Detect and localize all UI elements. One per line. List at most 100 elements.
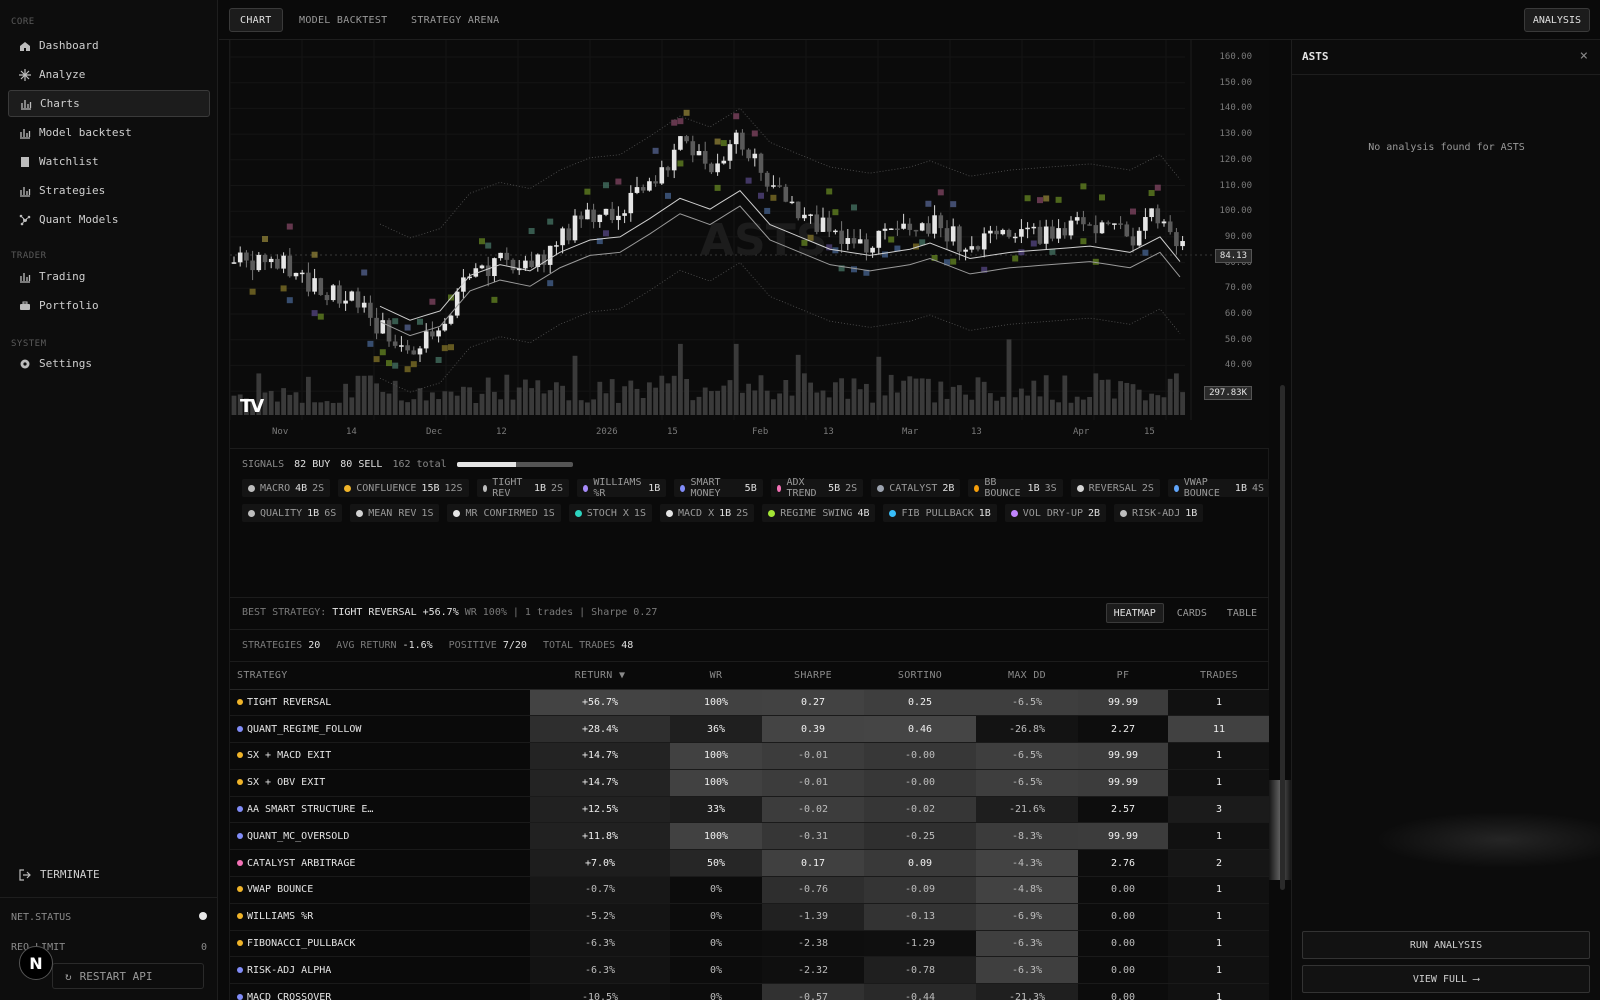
- column-header-trades[interactable]: TRADES: [1168, 662, 1270, 690]
- table-row[interactable]: SX + OBV EXIT +14.7% 100% -0.01 -0.00 -6.5% 99…: [230, 769, 1270, 797]
- close-icon[interactable]: ×: [1580, 48, 1588, 64]
- cell-wr: 100%: [670, 769, 762, 797]
- strategy-name: MACD CROSSOVER: [247, 991, 332, 1000]
- section-label-system: SYSTEM: [11, 339, 47, 349]
- column-header-strategy[interactable]: STRATEGY: [230, 662, 530, 690]
- tab-chart[interactable]: CHART: [229, 8, 283, 32]
- bollinger-band-lower: [379, 262, 1181, 393]
- signal-chip-quality[interactable]: QUALITY 1B 6S: [242, 504, 343, 522]
- cell-wr: 100%: [670, 742, 762, 770]
- logout-icon: [19, 868, 31, 881]
- table-row[interactable]: CATALYST ARBITRAGE +7.0% 50% 0.17 0.09 -4.3% 2…: [230, 849, 1270, 878]
- signal-chip-williams-r[interactable]: WILLIAMS %R 1B: [577, 477, 667, 499]
- signal-color-dot: [1010, 509, 1018, 517]
- view-full-button[interactable]: VIEW FULL ⟶: [1302, 965, 1590, 993]
- sidebar-item-strategies[interactable]: Strategies: [8, 177, 210, 204]
- cell-trades: 3: [1168, 796, 1270, 824]
- sidebar-item-watchlist[interactable]: Watchlist: [8, 148, 210, 175]
- signal-chip-macd-x[interactable]: MACD X 1B 2S: [659, 504, 755, 522]
- empty-state-message: No analysis found for ASTS: [1368, 142, 1525, 153]
- signal-chip-stoch-x[interactable]: STOCH X 1S: [568, 504, 652, 522]
- signal-chip-vol-dry-up[interactable]: VOL DRY-UP 2B: [1004, 504, 1107, 522]
- analysis-button[interactable]: ANALYSIS: [1523, 8, 1590, 32]
- cell-maxdd: -6.5%: [976, 689, 1078, 717]
- cell-pf: 0.00: [1078, 930, 1168, 958]
- cell-sortino: 0.25: [864, 689, 976, 717]
- signal-chip-adx-trend[interactable]: ADX TREND 5B 2S: [770, 477, 864, 499]
- signal-chip-reversal[interactable]: REVERSAL 2S: [1070, 479, 1160, 497]
- view-heatmap-button[interactable]: HEATMAP: [1105, 603, 1164, 623]
- terminate-button[interactable]: TERMINATE: [19, 868, 100, 881]
- sidebar-item-trading[interactable]: Trading: [8, 263, 210, 290]
- signal-chip-vwap-bounce[interactable]: VWAP BOUNCE 1B 4S: [1167, 477, 1271, 499]
- strategy-name-cell: FIBONACCI_PULLBACK: [230, 930, 530, 958]
- signal-color-dot: [776, 484, 782, 492]
- signal-chip-confluence[interactable]: CONFLUENCE 15B 12S: [338, 479, 469, 497]
- price-chart[interactable]: ASTS 160.00 150.00 140.00 130.00 120.00 110.0…: [230, 40, 1270, 448]
- restart-api-label: RESTART API: [79, 969, 153, 983]
- restart-api-button[interactable]: ↻ RESTART API: [52, 963, 204, 989]
- candlestick-chart[interactable]: ASTS: [230, 40, 1270, 448]
- divider: [1292, 74, 1600, 75]
- cell-trades: 1: [1168, 930, 1270, 958]
- run-analysis-button[interactable]: RUN ANALYSIS: [1302, 931, 1590, 959]
- stat-positive: POSITIVE 7/20: [448, 640, 527, 651]
- signal-chip-catalyst[interactable]: CATALYST 2B: [871, 479, 961, 497]
- best-strategy-return: +56.7%: [422, 607, 459, 618]
- signal-chip-bb-bounce[interactable]: BB BOUNCE 1B 3S: [968, 477, 1063, 499]
- strategy-name-cell: SX + MACD EXIT: [230, 742, 530, 770]
- sidebar-item-analyze[interactable]: Analyze: [8, 61, 210, 88]
- table-row[interactable]: SX + MACD EXIT +14.7% 100% -0.01 -0.00 -6.5% 9…: [230, 742, 1270, 770]
- view-table-button[interactable]: TABLE: [1220, 603, 1264, 623]
- app-logo[interactable]: N: [19, 946, 53, 980]
- table-row[interactable]: MACD CROSSOVER -10.5% 0% -0.57 -0.44 -21.3% 0.…: [230, 983, 1270, 1000]
- cell-sharpe: 0.39: [762, 715, 864, 744]
- signal-chip-regime-swing[interactable]: REGIME SWING 4B: [762, 504, 876, 522]
- table-row[interactable]: AA SMART STRUCTURE E… +12.5% 33% -0.02 -0.02…: [230, 796, 1270, 824]
- sidebar-item-label: Strategies: [39, 184, 106, 197]
- column-header-pf[interactable]: PF: [1078, 662, 1168, 690]
- column-header-max-dd[interactable]: MAX DD: [976, 662, 1078, 690]
- signal-chip-fib-pullback[interactable]: FIB PULLBACK 1B: [883, 504, 997, 522]
- column-header-sharpe[interactable]: SHARPE: [762, 662, 864, 690]
- column-header-wr[interactable]: WR: [670, 662, 762, 690]
- cell-sharpe: -1.39: [762, 903, 864, 931]
- signal-chip-mean-rev[interactable]: MEAN REV 1S: [350, 504, 440, 522]
- column-header-sortino[interactable]: SORTINO: [864, 662, 976, 690]
- signal-buy-count: 1B: [533, 482, 546, 494]
- cell-pf: 2.57: [1078, 796, 1168, 824]
- sidebar-item-dashboard[interactable]: Dashboard: [8, 32, 210, 59]
- sidebar-item-portfolio[interactable]: Portfolio: [8, 292, 210, 319]
- status-dot: [199, 912, 207, 920]
- sidebar-item-model-backtest[interactable]: Model backtest: [8, 119, 210, 146]
- x-axis-tick: Mar: [902, 427, 919, 437]
- signal-chip-risk-adj[interactable]: RISK-ADJ 1B: [1114, 504, 1204, 522]
- tab-strategy-arena[interactable]: STRATEGY ARENA: [401, 8, 510, 32]
- stat-total-trades: TOTAL TRADES 48: [542, 640, 634, 651]
- sidebar-item-quant-models[interactable]: Quant Models: [8, 206, 210, 233]
- tradingview-logo[interactable]: TV: [240, 396, 264, 417]
- table-row[interactable]: QUANT_REGIME_FOLLOW +28.4% 36% 0.39 0.46 -26.…: [230, 715, 1270, 744]
- table-row[interactable]: FIBONACCI_PULLBACK -6.3% 0% -2.38 -1.29 -6.3%…: [230, 930, 1270, 958]
- cell-trades: 1: [1168, 903, 1270, 931]
- signal-chip-tight-rev[interactable]: TIGHT REV 1B 2S: [476, 477, 570, 499]
- y-axis-tick: 40.00: [1224, 360, 1252, 371]
- table-row[interactable]: RISK-ADJ ALPHA -6.3% 0% -2.32 -0.78 -6.3% 0.00…: [230, 956, 1270, 985]
- signal-sell-count: 12S: [444, 482, 463, 494]
- sidebar-item-settings[interactable]: Settings: [8, 350, 210, 377]
- signal-color-dot: [877, 484, 885, 492]
- sidebar-item-charts[interactable]: Charts: [8, 90, 210, 117]
- signal-chip-mr-confirmed[interactable]: MR CONFIRMED 1S: [447, 504, 561, 522]
- table-row[interactable]: QUANT_MC_OVERSOLD +11.8% 100% -0.31 -0.25 -8.…: [230, 822, 1270, 851]
- table-row[interactable]: WILLIAMS %R -5.2% 0% -1.39 -0.13 -6.9% 0.00 1: [230, 903, 1270, 931]
- scrollbar-thumb[interactable]: [1280, 385, 1285, 890]
- column-header-return[interactable]: RETURN ▼: [530, 662, 670, 690]
- cell-sortino: -1.29: [864, 930, 976, 958]
- tab-model-backtest[interactable]: MODEL BACKTEST: [289, 8, 398, 32]
- table-row[interactable]: VWAP BOUNCE -0.7% 0% -0.76 -0.09 -4.8% 0.00 1: [230, 876, 1270, 904]
- signal-chip-smart-money[interactable]: SMART MONEY 5B: [674, 477, 763, 499]
- signal-name: WILLIAMS %R: [593, 477, 642, 499]
- view-cards-button[interactable]: CARDS: [1170, 603, 1214, 623]
- table-row[interactable]: TIGHT REVERSAL +56.7% 100% 0.27 0.25 -6.5% 99.…: [230, 689, 1270, 717]
- signal-chip-macro[interactable]: MACRO 4B 2S: [242, 479, 331, 497]
